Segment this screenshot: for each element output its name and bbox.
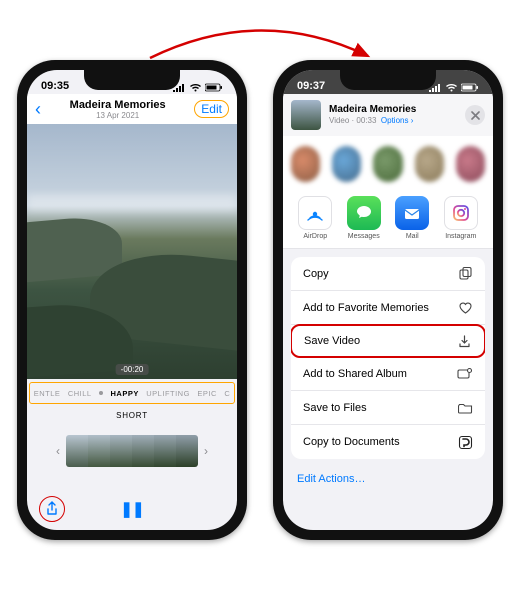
status-icons	[172, 83, 223, 92]
phone-left: 09:35 ‹ Madeira Memories 13 Apr 2021 Edi…	[17, 60, 247, 540]
status-icons	[428, 83, 479, 92]
app-label: AirDrop	[303, 233, 327, 240]
nav-bar: ‹ Madeira Memories 13 Apr 2021 Edit	[27, 94, 237, 124]
app-row: AirDrop Messages Mail	[283, 192, 493, 249]
action-copy-documents[interactable]: Copy to Documents	[291, 425, 485, 459]
avatar[interactable]	[373, 146, 402, 182]
mail-icon	[395, 196, 429, 230]
phone-right: 09:37 Madeira Memories Video · 00:33 Opt…	[273, 60, 503, 540]
share-icon	[45, 501, 59, 517]
play-controls: ❚❚	[27, 496, 237, 522]
mood-option[interactable]: CHILL	[68, 389, 92, 398]
avatar[interactable]	[456, 146, 485, 182]
mood-option-selected[interactable]: HAPPY	[110, 389, 138, 398]
action-list: Copy Add to Favorite Memories Save Video…	[291, 257, 485, 459]
chevron-left-icon[interactable]: ‹	[50, 444, 66, 458]
close-button[interactable]	[465, 105, 485, 125]
mood-option[interactable]: C	[224, 389, 230, 398]
notch	[84, 70, 180, 90]
wifi-icon	[445, 83, 458, 92]
action-favorite[interactable]: Add to Favorite Memories	[291, 291, 485, 325]
remaining-time: -00:20	[116, 364, 149, 375]
back-button[interactable]: ‹	[35, 99, 41, 120]
app-label: Instagram	[445, 233, 476, 240]
documents-icon	[458, 435, 473, 450]
app-label: Messages	[348, 233, 380, 240]
action-label: Save Video	[304, 335, 360, 347]
action-label: Add to Shared Album	[303, 368, 407, 380]
flow-arrow	[130, 18, 390, 68]
status-time: 09:37	[297, 80, 325, 92]
action-label: Add to Favorite Memories	[303, 302, 429, 314]
share-sheet-header: Madeira Memories Video · 00:33 Options ›	[283, 94, 493, 136]
action-label: Save to Files	[303, 402, 367, 414]
share-button[interactable]	[39, 496, 65, 522]
app-airdrop[interactable]: AirDrop	[293, 196, 337, 240]
sheet-subtitle: Video · 00:33	[329, 116, 376, 125]
sheet-title: Madeira Memories	[329, 104, 457, 116]
instagram-icon	[444, 196, 478, 230]
avatar[interactable]	[332, 146, 361, 182]
app-instagram[interactable]: Instagram	[439, 196, 483, 240]
people-suggestions	[283, 136, 493, 192]
mood-option[interactable]: UPLIFTING	[146, 389, 190, 398]
action-label: Copy to Documents	[303, 436, 400, 448]
wifi-icon	[189, 83, 202, 92]
copy-icon	[458, 266, 473, 281]
folder-icon	[458, 402, 473, 414]
download-icon	[457, 334, 472, 349]
pause-button[interactable]: ❚❚	[120, 500, 143, 518]
edit-actions-link[interactable]: Edit Actions…	[283, 467, 493, 485]
action-copy[interactable]: Copy	[291, 257, 485, 291]
options-link[interactable]: Options	[381, 116, 409, 125]
length-label: SHORT	[27, 404, 237, 426]
app-label: Mail	[406, 233, 419, 240]
heart-icon	[458, 301, 473, 315]
status-time: 09:35	[41, 80, 69, 92]
mood-option[interactable]: ENTLE	[34, 389, 61, 398]
shared-album-icon	[457, 367, 473, 380]
timeline-frames[interactable]	[66, 435, 198, 467]
battery-icon	[205, 83, 223, 92]
mood-selector[interactable]: ENTLE CHILL HAPPY UPLIFTING EPIC C	[29, 382, 235, 404]
action-save-video[interactable]: Save Video	[291, 324, 485, 358]
edit-button[interactable]: Edit	[194, 100, 229, 118]
close-icon	[471, 111, 480, 120]
notch	[340, 70, 436, 90]
memory-photo[interactable]: -00:20	[27, 124, 237, 379]
nav-title-group: Madeira Memories 13 Apr 2021	[70, 99, 166, 120]
action-shared-album[interactable]: Add to Shared Album	[291, 357, 485, 391]
timeline[interactable]: ‹ ›	[27, 426, 237, 476]
avatar[interactable]	[291, 146, 320, 182]
airdrop-icon	[298, 196, 332, 230]
battery-icon	[461, 83, 479, 92]
page-subtitle: 13 Apr 2021	[70, 111, 166, 120]
app-mail[interactable]: Mail	[390, 196, 434, 240]
mood-option[interactable]: EPIC	[197, 389, 217, 398]
chevron-right-icon: ›	[411, 116, 414, 125]
messages-icon	[347, 196, 381, 230]
action-save-to-files[interactable]: Save to Files	[291, 391, 485, 425]
mood-dot-icon	[99, 391, 103, 395]
chevron-right-icon[interactable]: ›	[198, 444, 214, 458]
avatar[interactable]	[415, 146, 444, 182]
action-label: Copy	[303, 268, 329, 280]
page-title: Madeira Memories	[70, 99, 166, 111]
header-thumbnail	[291, 100, 321, 130]
app-messages[interactable]: Messages	[342, 196, 386, 240]
